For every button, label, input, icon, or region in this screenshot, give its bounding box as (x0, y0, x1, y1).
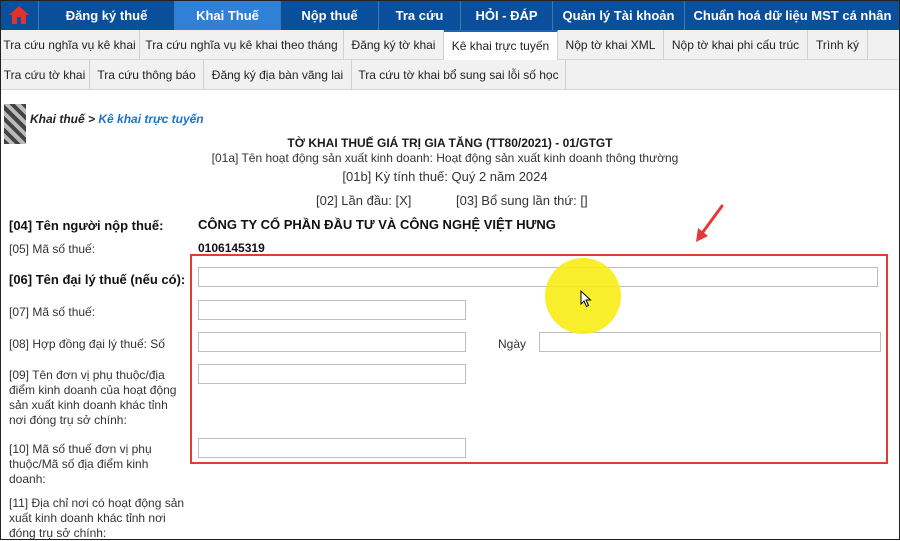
red-arrow-icon (690, 203, 726, 250)
tax-code-value: 0106145319 (198, 241, 265, 255)
tab-ke-khai-truc-tuyen[interactable]: Kê khai trực tuyến (444, 30, 558, 60)
sub-tabs-row-2: Tra cứu tờ khai Tra cứu thông báo Đăng k… (0, 60, 900, 90)
first-time-flag: [02] Lần đầu: [X] (316, 193, 412, 208)
breadcrumb-current: Kê khai trực tuyến (98, 112, 204, 126)
dependent-tax-code-label: [10] Mã số thuế đơn vị phụ thuộc/Mã số đ… (9, 442, 152, 486)
nav-item-dang-ky-thue[interactable]: Đăng ký thuế (38, 0, 174, 30)
supplement-flag: [03] Bổ sung lần thứ: [] (456, 193, 588, 208)
sub-tabs-row-1: Tra cứu nghĩa vụ kê khai Tra cứu nghĩa v… (0, 30, 900, 60)
agent-tax-code-label: [07] Mã số thuế: (9, 305, 96, 319)
breadcrumb-parent[interactable]: Khai thuế > (30, 112, 95, 126)
nav-item-chuan-hoa-du-lieu[interactable]: Chuẩn hoá dữ liệu MST cá nhân (684, 0, 900, 30)
form-title: TỜ KHAI THUẾ GIÁ TRỊ GIA TĂNG (TT80/2021… (287, 136, 613, 150)
nav-item-hoi-dap[interactable]: HỎI - ĐÁP (460, 0, 552, 30)
tab-tra-cuu-to-khai-bo-sung[interactable]: Tra cứu tờ khai bổ sung sai lỗi số học (352, 60, 566, 90)
activity-line: [01a] Tên hoạt động sản xuất kinh doanh:… (211, 151, 679, 165)
agent-label: [06] Tên đại lý thuế (nếu có): (9, 272, 186, 287)
mouse-pointer-icon (580, 289, 592, 313)
dependent-unit-label: [09] Tên đơn vị phụ thuộc/địa điểm kinh … (9, 368, 177, 427)
nav-item-nop-thue[interactable]: Nộp thuế (280, 0, 378, 30)
tab-trinh-ky[interactable]: Trình ký (808, 30, 868, 60)
nav-item-quan-ly-tai-khoan[interactable]: Quản lý Tài khoản (552, 0, 684, 30)
taxpayer-name: CÔNG TY CỔ PHẦN ĐẦU TƯ VÀ CÔNG NGHỆ VIỆT… (198, 217, 556, 232)
tab-nop-to-khai-phi-cau-truc[interactable]: Nộp tờ khai phi cấu trúc (664, 30, 808, 60)
nav-item-khai-thue[interactable]: Khai Thuế (174, 0, 280, 30)
red-highlight-box (190, 254, 888, 464)
tab-tra-cuu-nghia-vu[interactable]: Tra cứu nghĩa vụ kê khai (0, 30, 140, 60)
taxpayer-label: [04] Tên người nộp thuế: (9, 218, 164, 233)
tab-tra-cuu-nghia-vu-theo-thang[interactable]: Tra cứu nghĩa vụ kê khai theo tháng (140, 30, 344, 60)
tab-tra-cuu-thong-bao[interactable]: Tra cứu thông báo (90, 60, 204, 90)
address-label: [11] Địa chỉ nơi có hoạt động sản xuất k… (9, 496, 185, 540)
tab-dang-ky-to-khai[interactable]: Đăng ký tờ khai (344, 30, 444, 60)
tax-code-label: [05] Mã số thuế: (9, 242, 96, 256)
nav-item-tra-cuu[interactable]: Tra cứu (378, 0, 460, 30)
tab-dang-ky-dia-ban-vang-lai[interactable]: Đăng ký địa bàn vãng lai (204, 60, 352, 90)
top-nav: Đăng ký thuế Khai Thuế Nộp thuế Tra cứu … (0, 0, 900, 30)
contract-label: [08] Hợp đồng đại lý thuế: Số (9, 337, 165, 351)
tab-tra-cuu-to-khai[interactable]: Tra cứu tờ khai (0, 60, 90, 90)
tab-nop-to-khai-xml[interactable]: Nộp tờ khai XML (558, 30, 664, 60)
breadcrumb: Khai thuế > Kê khai trực tuyến (30, 112, 204, 126)
home-icon[interactable] (0, 0, 38, 30)
period-line: [01b] Kỳ tính thuế: Quý 2 năm 2024 (342, 169, 548, 184)
